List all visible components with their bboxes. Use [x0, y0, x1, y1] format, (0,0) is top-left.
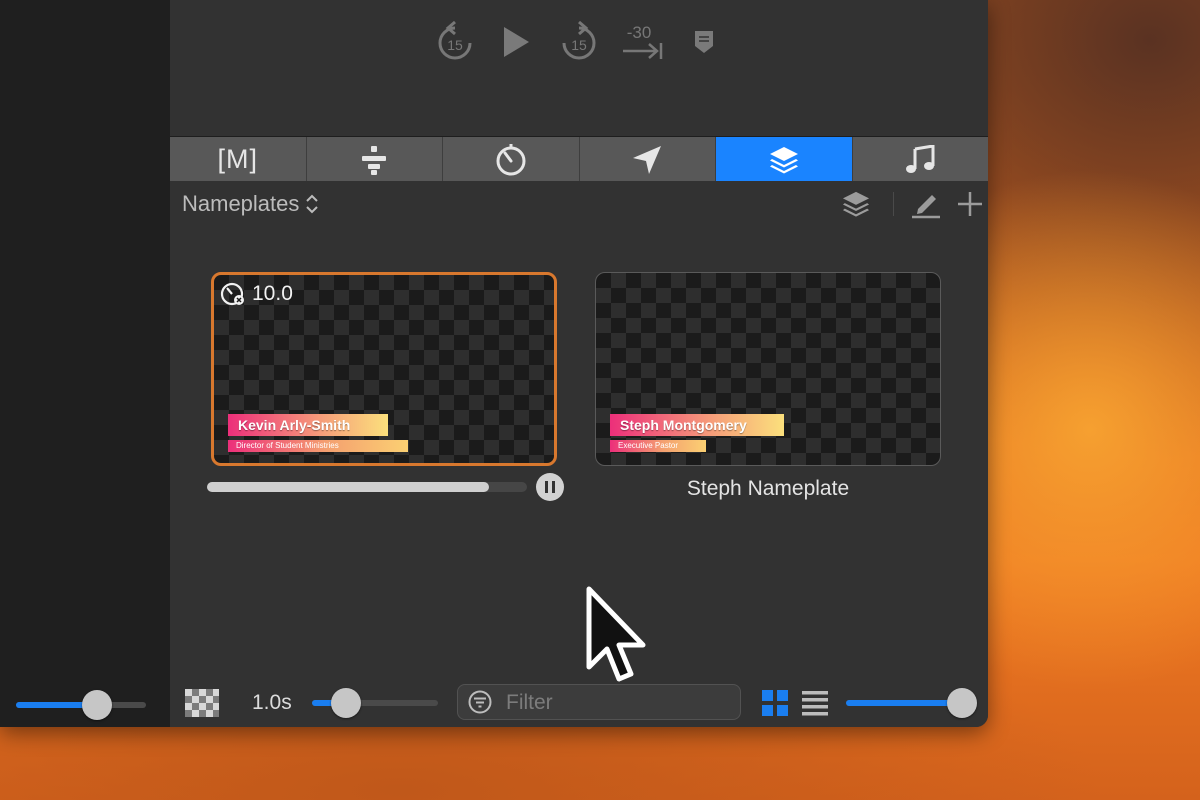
tab-messages[interactable] — [580, 137, 716, 182]
filter-icon — [468, 690, 492, 714]
marker-button[interactable] — [684, 20, 724, 64]
cue-label: Steph Nameplate — [686, 477, 850, 500]
play-icon — [504, 27, 529, 57]
library-header: Nameplates — [170, 181, 988, 229]
library-name: Nameplates — [182, 191, 300, 216]
timer-icon — [496, 143, 526, 175]
mouse-cursor-icon — [586, 586, 646, 682]
cue-grid: 10.0 Kevin Arly-Smith Director of Studen… — [170, 229, 988, 679]
pause-icon — [545, 481, 548, 493]
grid-view-button[interactable] — [761, 689, 789, 722]
timer-badge-icon — [220, 282, 244, 306]
cue-progress-fill — [207, 482, 489, 492]
props-icon — [362, 145, 387, 175]
music-note-icon — [906, 144, 935, 173]
macros-icon: [M] — [217, 144, 258, 174]
filter-field[interactable] — [457, 684, 741, 720]
chevron-updown-icon — [306, 194, 319, 214]
sidebar-slider-knob[interactable] — [81, 690, 112, 720]
nameplate-name: Kevin Arly-Smith — [228, 414, 388, 436]
pause-button[interactable] — [536, 473, 564, 501]
panel-tab-bar: [M] — [170, 136, 988, 182]
tab-layers[interactable] — [716, 137, 853, 182]
rewind-15-button[interactable]: 15 — [433, 20, 477, 64]
transport-bar: 15 15 -30 — [170, 0, 988, 136]
messages-arrow-icon — [633, 145, 662, 174]
transition-duration: 1.0s — [252, 691, 292, 714]
cue-timer: 10.0 — [220, 281, 293, 307]
sidebar-zoom-slider[interactable] — [16, 690, 148, 720]
cue-thumbnail-kevin[interactable]: 10.0 Kevin Arly-Smith Director of Studen… — [211, 272, 557, 466]
nameplate-name: Steph Montgomery — [610, 414, 784, 436]
layers-icon — [769, 146, 798, 173]
checkerboard-icon — [185, 689, 219, 717]
rewind-amount: 15 — [447, 37, 463, 53]
tab-props[interactable] — [307, 137, 443, 182]
nameplate-graphic: Kevin Arly-Smith Director of Student Min… — [228, 414, 408, 452]
list-view-icon — [802, 691, 828, 716]
rewind-icon: 15 — [438, 21, 472, 60]
back-30-button[interactable]: -30 — [618, 20, 668, 64]
cue-timer-value: 10.0 — [252, 282, 293, 305]
duration-slider[interactable] — [312, 688, 438, 718]
tab-audio[interactable] — [853, 137, 989, 182]
nameplate-graphic: Steph Montgomery Executive Pastor — [610, 414, 784, 452]
library-actions — [841, 189, 988, 219]
layers-options-button[interactable] — [841, 190, 871, 218]
list-view-button[interactable] — [801, 689, 829, 722]
cue-thumbnail-steph[interactable]: Steph Montgomery Executive Pastor — [595, 272, 941, 466]
grid-view-icon — [762, 690, 788, 716]
add-button[interactable] — [956, 190, 984, 218]
forward-amount: 15 — [571, 37, 587, 53]
tab-macros[interactable]: [M] — [170, 137, 307, 182]
toolbar-divider — [893, 192, 894, 216]
transparency-toggle[interactable] — [185, 689, 219, 722]
pencil-icon — [912, 195, 940, 219]
forward-icon: 15 — [562, 21, 596, 60]
plus-icon — [958, 192, 982, 216]
thumbnail-size-slider[interactable] — [846, 688, 977, 718]
marker-icon — [695, 31, 713, 53]
filter-input[interactable] — [504, 689, 728, 717]
edit-button[interactable] — [910, 189, 942, 219]
play-button[interactable] — [494, 20, 538, 64]
library-dropdown[interactable]: Nameplates — [182, 191, 319, 217]
size-slider-fill — [846, 700, 962, 706]
nameplate-title: Executive Pastor — [610, 440, 706, 452]
main-window: 15 15 -30 [M] Nameplates 10.0 Kevin Arly… — [0, 0, 988, 727]
size-slider-knob[interactable] — [947, 688, 977, 718]
back-30-icon: -30 — [623, 23, 663, 59]
forward-15-button[interactable]: 15 — [557, 20, 601, 64]
footer-bar: 1.0s — [170, 679, 988, 727]
nameplate-title: Director of Student Ministries — [228, 440, 408, 452]
layers-stack-icon — [842, 191, 870, 217]
left-sidebar — [0, 0, 170, 727]
back-seconds: -30 — [627, 23, 652, 42]
cue-progress-bar — [207, 482, 527, 492]
tab-timers[interactable] — [443, 137, 580, 182]
duration-slider-knob[interactable] — [331, 688, 362, 718]
